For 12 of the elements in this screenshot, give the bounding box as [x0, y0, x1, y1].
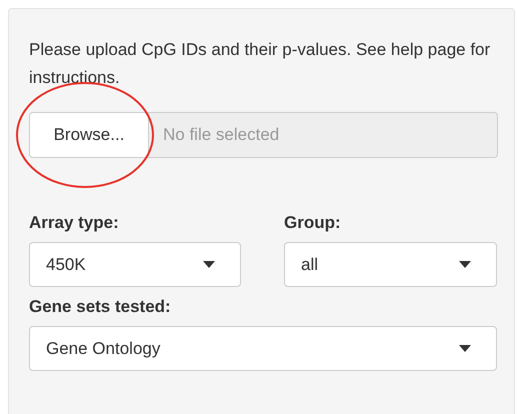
browse-button[interactable]: Browse...	[29, 112, 149, 158]
caret-icon	[203, 261, 215, 268]
select-label: Array type:	[29, 213, 120, 233]
dropdown-select[interactable]: 450K	[29, 242, 241, 287]
dropdown-select[interactable]: Gene Ontology	[29, 326, 497, 371]
select-label: Gene sets tested:	[29, 297, 172, 317]
file-name-field[interactable]: No file selected	[149, 112, 498, 158]
instructions-text: Please upload CpG IDs and their p-values. See help page for instructions.	[29, 39, 492, 89]
select-label: Group:	[284, 213, 342, 233]
caret-icon	[459, 261, 471, 268]
dropdown-select[interactable]: all	[284, 242, 497, 287]
caret-icon	[459, 345, 471, 352]
